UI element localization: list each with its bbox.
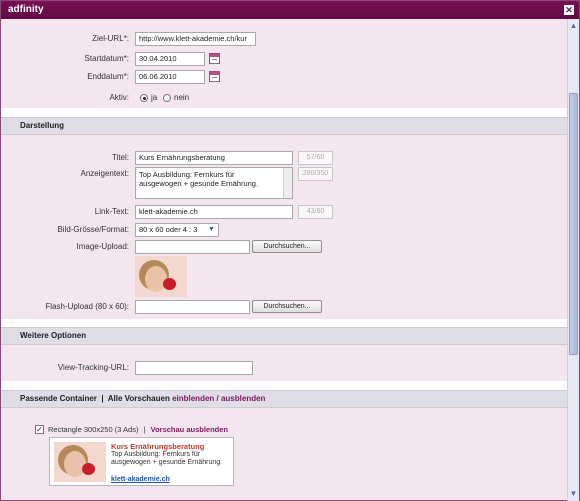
link-text-counter: 43/60 bbox=[298, 205, 333, 219]
link-text-input[interactable]: klett-akademie.ch bbox=[135, 205, 293, 219]
weitere-optionen-header: Weitere Optionen bbox=[1, 327, 568, 345]
chevron-down-icon[interactable]: ▼ bbox=[207, 226, 216, 234]
link-text-label: Link-Text: bbox=[94, 207, 129, 216]
enddatum-input[interactable]: 06.06.2010 bbox=[135, 70, 205, 84]
textarea-scrollbar[interactable] bbox=[283, 168, 292, 198]
calendar-icon[interactable] bbox=[209, 53, 220, 64]
ad-preview: Kurs Ernährungsberatung Top Ausbildung: … bbox=[49, 437, 234, 486]
spacer bbox=[1, 381, 568, 390]
flash-upload-input[interactable] bbox=[135, 300, 250, 314]
einblenden-link[interactable]: einblenden bbox=[172, 394, 214, 403]
scroll-up-icon[interactable]: ▲ bbox=[569, 21, 578, 31]
image-upload-label: Image-Upload: bbox=[76, 242, 129, 251]
anzeigentext-counter: 280/350 bbox=[298, 167, 333, 181]
photo-apple bbox=[82, 463, 95, 475]
startdatum-input[interactable]: 30.04.2010 bbox=[135, 52, 205, 66]
container-checkbox[interactable]: ✓ bbox=[35, 425, 44, 434]
photo-apple bbox=[163, 278, 176, 290]
vorschau-ausblenden-link[interactable]: Vorschau ausblenden bbox=[151, 425, 228, 434]
ziel-url-input[interactable]: http://www.klett-akademie.ch/kur bbox=[135, 32, 256, 46]
window-titlebar: adfinity ✕ bbox=[1, 1, 579, 19]
titel-label: Titel: bbox=[111, 153, 129, 162]
header-separator: / bbox=[214, 394, 221, 403]
image-upload-input[interactable] bbox=[135, 240, 250, 254]
startdatum-label: Startdatum*: bbox=[84, 54, 129, 63]
form-content: Ziel-URL*: http://www.klett-akademie.ch/… bbox=[1, 19, 568, 501]
anzeigentext-line-1: Top Ausbildung: Fernkurs für bbox=[139, 170, 235, 179]
scroll-down-icon[interactable]: ▼ bbox=[569, 489, 578, 499]
ad-title: Kurs Ernährungsberatung bbox=[111, 442, 205, 451]
container-label: Rectangle 300x250 (3 Ads) | Vorschau aus… bbox=[48, 424, 228, 435]
view-tracking-label: View-Tracking-URL: bbox=[57, 363, 129, 372]
anzeigentext-textarea[interactable]: Top Ausbildung: Fernkurs für ausgewogen … bbox=[135, 167, 293, 199]
passende-header-prefix: Passende Container | Alle Vorschauen bbox=[20, 394, 173, 403]
spacer bbox=[1, 319, 568, 327]
ausblenden-link[interactable]: ausblenden bbox=[221, 394, 265, 403]
scroll-thumb[interactable] bbox=[569, 93, 578, 355]
aktiv-ja-label: ja bbox=[151, 93, 158, 102]
bild-format-value: 80 x 60 oder 4 : 3 bbox=[139, 225, 198, 234]
spacer bbox=[1, 108, 568, 117]
aktiv-label: Aktiv: bbox=[109, 93, 129, 102]
image-preview bbox=[135, 256, 187, 297]
titel-input[interactable]: Kurs Ernährungsberatung bbox=[135, 151, 293, 165]
ziel-url-label: Ziel-URL*: bbox=[92, 34, 129, 43]
aktiv-nein-radio[interactable] bbox=[163, 94, 171, 102]
container-separator: | bbox=[143, 425, 146, 434]
ad-text: Top Ausbildung: Fernkurs für ausgewogen … bbox=[111, 451, 223, 466]
calendar-icon[interactable] bbox=[209, 71, 220, 82]
aktiv-ja-radio[interactable] bbox=[140, 94, 148, 102]
vertical-scrollbar[interactable]: ▲ ▼ bbox=[567, 19, 579, 501]
bild-format-select[interactable]: 80 x 60 oder 4 : 3 ▼ bbox=[135, 223, 219, 237]
darstellung-header: Darstellung bbox=[1, 117, 568, 135]
adfinity-window: adfinity ✕ Ziel-URL*: http://www.klett-a… bbox=[0, 0, 580, 501]
darstellung-title: Darstellung bbox=[20, 121, 65, 130]
anzeigentext-line-2: ausgewogen + gesunde Ernährung. bbox=[139, 179, 259, 188]
close-icon[interactable]: ✕ bbox=[564, 5, 574, 15]
flash-upload-browse-button[interactable]: Durchsuchen... bbox=[252, 300, 322, 313]
aktiv-nein-label: nein bbox=[174, 93, 190, 102]
enddatum-label: Enddatum*: bbox=[87, 72, 129, 81]
container-name: Rectangle 300x250 (3 Ads) bbox=[48, 425, 139, 434]
flash-upload-label: Flash-Upload (80 x 60): bbox=[45, 302, 129, 311]
passende-container-header: Passende Container | Alle Vorschauen ein… bbox=[1, 390, 568, 408]
ad-image bbox=[54, 442, 106, 482]
ad-link[interactable]: klett-akademie.ch bbox=[111, 476, 170, 483]
anzeigentext-label: Anzeigentext: bbox=[80, 169, 129, 178]
weitere-optionen-title: Weitere Optionen bbox=[20, 331, 87, 340]
titel-counter: 57/60 bbox=[298, 151, 333, 165]
bild-format-label: Bild-Grösse/Format: bbox=[57, 225, 129, 234]
window-title: adfinity bbox=[8, 4, 44, 15]
view-tracking-input[interactable] bbox=[135, 361, 253, 375]
image-upload-browse-button[interactable]: Durchsuchen... bbox=[252, 240, 322, 253]
